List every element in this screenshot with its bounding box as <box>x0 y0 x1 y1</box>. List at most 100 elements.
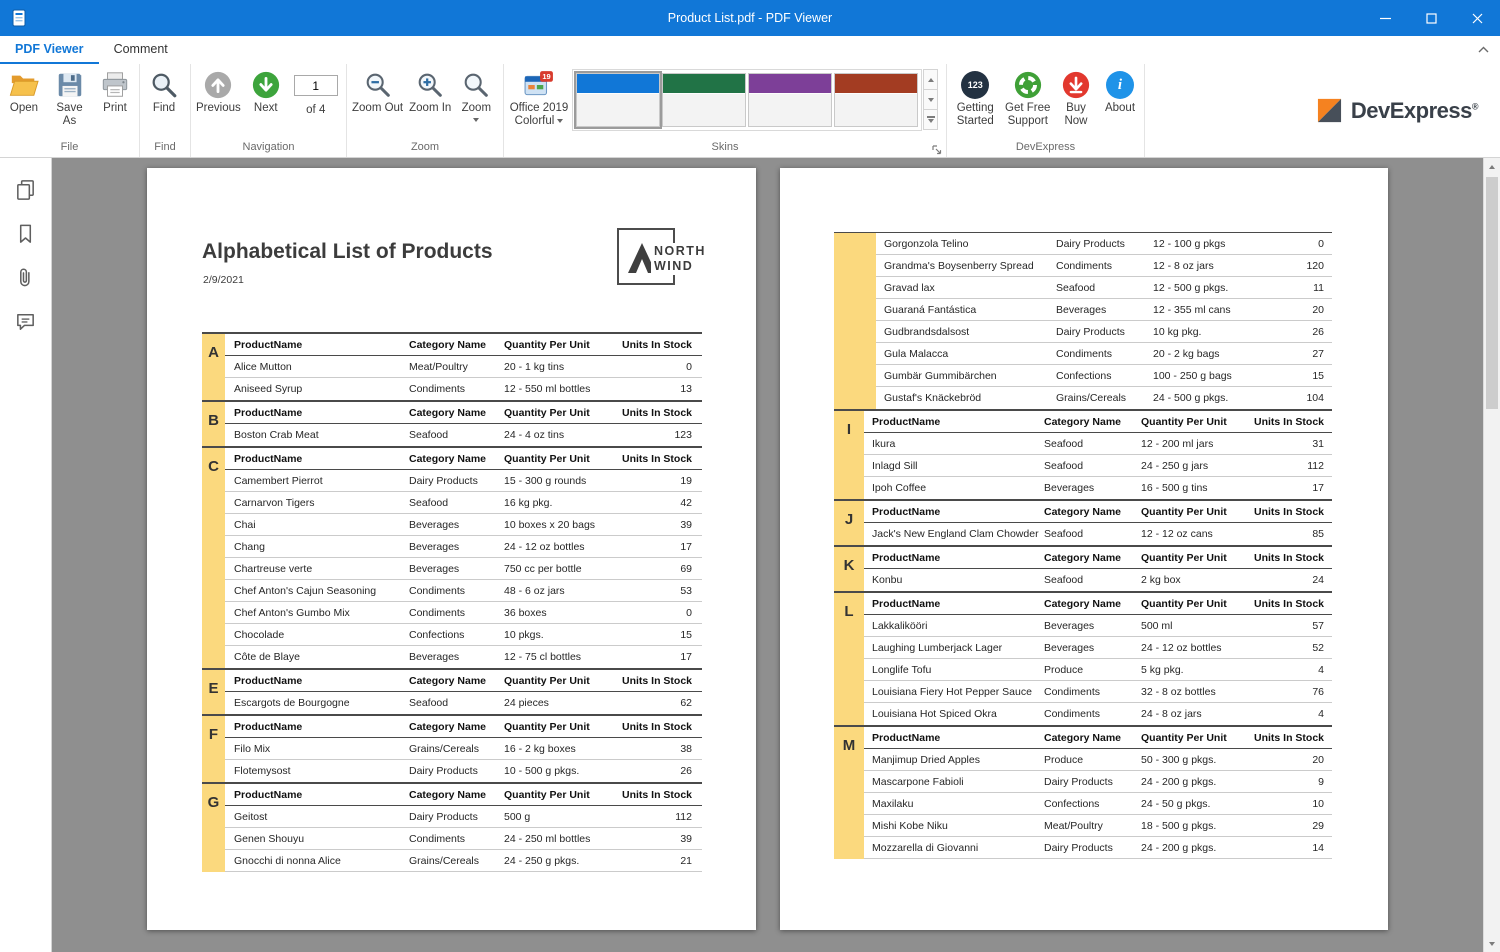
table-cell: 42 <box>618 497 702 509</box>
next-button[interactable]: Next <box>244 67 288 115</box>
gallery-scroll-up-button[interactable] <box>923 69 938 90</box>
getting-started-button[interactable]: 123 Getting Started <box>949 67 1002 128</box>
table-cell: 11 <box>1262 282 1332 294</box>
table-header-row: ProductNameCategory NameQuantity Per Uni… <box>864 593 1332 615</box>
close-button[interactable] <box>1454 0 1500 36</box>
table-cell: Dairy Products <box>1052 326 1149 338</box>
table-header-row: ProductNameCategory NameQuantity Per Uni… <box>225 784 702 806</box>
document-area[interactable]: Alphabetical List of Products 2/9/2021 N… <box>52 158 1500 952</box>
table-row: Gumbär GummibärchenConfections100 - 250 … <box>876 365 1332 387</box>
table-cell: 16 - 500 g tins <box>1137 482 1250 494</box>
previous-button[interactable]: Previous <box>193 67 244 115</box>
table-row: Mozzarella di GiovanniDairy Products24 -… <box>864 837 1332 859</box>
column-header: Quantity Per Unit <box>1137 732 1250 744</box>
table-cell: Filo Mix <box>225 743 405 755</box>
table-cell: Condiments <box>405 383 500 395</box>
triangle-up-icon <box>928 78 934 82</box>
column-header: ProductName <box>864 506 1040 518</box>
table-cell: Seafood <box>1040 460 1137 472</box>
gallery-dropdown-button[interactable] <box>923 109 938 130</box>
scroll-up-button[interactable] <box>1484 158 1500 175</box>
northwind-logo-text: NORTH WIND <box>651 243 709 275</box>
tab-comment[interactable]: Comment <box>99 36 183 64</box>
previous-label: Previous <box>196 102 241 115</box>
sidebar-attachments-button[interactable] <box>7 260 45 294</box>
table-row: Guaraná FantásticaBeverages12 - 355 ml c… <box>876 299 1332 321</box>
product-section-L: LProductNameCategory NameQuantity Per Un… <box>834 591 1332 725</box>
table-row: Gnocchi di nonna AliceGrains/Cereals24 -… <box>225 850 702 872</box>
page-number-input[interactable] <box>294 75 338 96</box>
table-cell: Longlife Tofu <box>864 664 1040 676</box>
table-row: Longlife TofuProduce5 kg pkg.4 <box>864 659 1332 681</box>
maximize-button[interactable] <box>1408 0 1454 36</box>
save-as-icon <box>55 70 85 100</box>
column-header: Quantity Per Unit <box>1137 552 1250 564</box>
print-button[interactable]: Print <box>93 67 137 115</box>
table-cell: Chef Anton's Cajun Seasoning <box>225 585 405 597</box>
table-cell: 24 - 250 g pkgs. <box>500 855 618 867</box>
find-button[interactable]: Find <box>142 67 186 115</box>
table-cell: Chef Anton's Gumbo Mix <box>225 607 405 619</box>
table-cell: Beverages <box>405 651 500 663</box>
skins-dialog-launcher[interactable] <box>931 143 943 155</box>
table-cell: Confections <box>1040 798 1137 810</box>
tab-pdf-viewer[interactable]: PDF Viewer <box>0 36 99 64</box>
minimize-button[interactable] <box>1362 0 1408 36</box>
column-header: Category Name <box>1040 416 1137 428</box>
minimize-icon <box>1380 13 1391 24</box>
scrollbar-thumb[interactable] <box>1486 177 1498 409</box>
table-header-row: ProductNameCategory NameQuantity Per Uni… <box>225 334 702 356</box>
gallery-scroll-down-button[interactable] <box>923 89 938 110</box>
table-row: Louisiana Hot Spiced OkraCondiments24 - … <box>864 703 1332 725</box>
table-cell: 15 - 300 g rounds <box>500 475 618 487</box>
about-button[interactable]: i About <box>1098 67 1142 115</box>
buy-now-button[interactable]: Buy Now <box>1054 67 1098 128</box>
sidebar-comments-button[interactable] <box>7 304 45 338</box>
get-free-support-button[interactable]: Get Free Support <box>1002 67 1055 128</box>
table-row: Mascarpone FabioliDairy Products24 - 200… <box>864 771 1332 793</box>
skin-swatch-purple[interactable] <box>748 73 832 127</box>
group-label-skins: Skins <box>504 139 946 157</box>
table-row: ChocoladeConfections10 pkgs.15 <box>225 624 702 646</box>
table-cell: Beverages <box>405 541 500 553</box>
table-cell: Gumbär Gummibärchen <box>876 370 1052 382</box>
ribbon-collapse-button[interactable] <box>1474 40 1492 58</box>
table-header-row: ProductNameCategory NameQuantity Per Uni… <box>864 727 1332 749</box>
column-header: Quantity Per Unit <box>500 721 618 733</box>
table-header-row: ProductNameCategory NameQuantity Per Uni… <box>864 411 1332 433</box>
skin-swatch-blue[interactable] <box>576 73 660 127</box>
thumbnails-icon <box>14 178 37 201</box>
skin-select-button[interactable]: 19 Office 2019 Colorful <box>506 67 572 128</box>
open-button[interactable]: Open <box>2 67 46 115</box>
group-label-navigation: Navigation <box>191 139 346 157</box>
vertical-scrollbar[interactable] <box>1483 158 1500 952</box>
table-row: Louisiana Fiery Hot Pepper SauceCondimen… <box>864 681 1332 703</box>
column-header: ProductName <box>864 552 1040 564</box>
table-cell: Lakkalikööri <box>864 620 1040 632</box>
column-header: Category Name <box>1040 552 1137 564</box>
column-header: ProductName <box>225 721 405 733</box>
product-section-F: FProductNameCategory NameQuantity Per Un… <box>202 714 702 782</box>
column-header: Units In Stock <box>618 675 702 687</box>
section-letter <box>834 233 876 409</box>
save-as-button[interactable]: Save As <box>46 67 93 128</box>
table-cell: 20 <box>1250 754 1332 766</box>
skin-swatch-green[interactable] <box>662 73 746 127</box>
table-cell: 12 - 500 g pkgs. <box>1149 282 1262 294</box>
column-header: Units In Stock <box>618 407 702 419</box>
table-cell: 24 - 50 g pkgs. <box>1137 798 1250 810</box>
ribbon-group-skins: 19 Office 2019 Colorful <box>504 64 947 157</box>
table-cell: Beverages <box>405 519 500 531</box>
table-header-row: ProductNameCategory NameQuantity Per Uni… <box>225 448 702 470</box>
skin-swatch-red[interactable] <box>834 73 918 127</box>
sidebar-bookmarks-button[interactable] <box>7 216 45 250</box>
table-row: ChaiBeverages10 boxes x 20 bags39 <box>225 514 702 536</box>
zoom-menu-button[interactable]: Zoom <box>454 67 498 122</box>
zoom-out-icon <box>363 70 393 100</box>
zoom-in-button[interactable]: Zoom In <box>406 67 454 115</box>
table-cell: 500 ml <box>1137 620 1250 632</box>
scroll-down-button[interactable] <box>1484 935 1500 952</box>
zoom-out-button[interactable]: Zoom Out <box>349 67 406 115</box>
sidebar-thumbnails-button[interactable] <box>7 172 45 206</box>
column-header: ProductName <box>225 453 405 465</box>
